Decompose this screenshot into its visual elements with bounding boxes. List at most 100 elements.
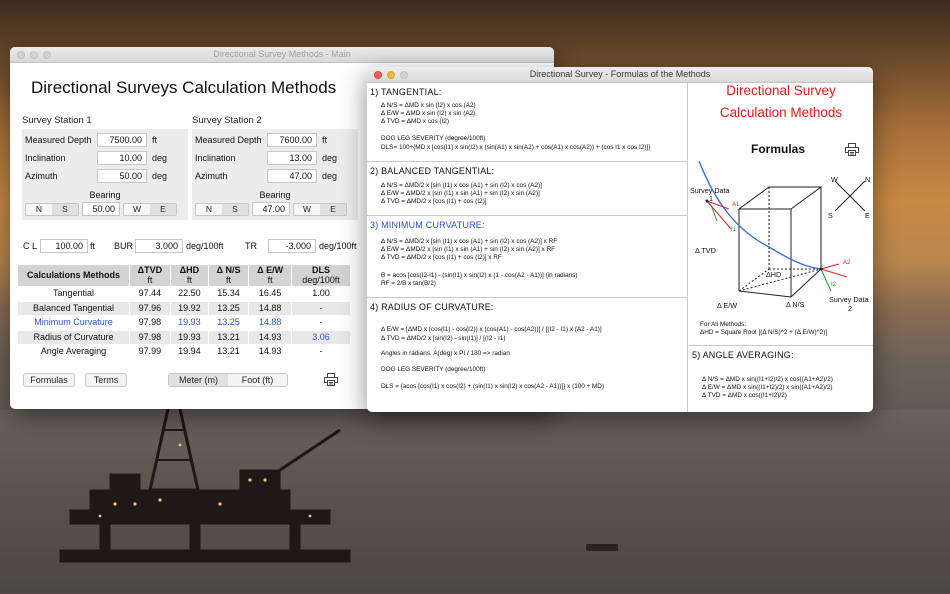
formula-line: Δ TVD = ΔMD x cos((I1+I2)/2) [702, 392, 787, 399]
section-angle-averaging: 5) ANGLE AVERAGING: Δ N/S = ΔMD x sin((I… [689, 345, 873, 412]
section-title: 1) TANGENTIAL: [370, 87, 442, 97]
formula-line: Δ N/S = ΔMD/2 x [sin (I1) x cos (A1) + s… [381, 238, 558, 245]
formula-line: Angles in radians. A(deg) x PI / 180 => … [381, 350, 510, 357]
table-cell: 19.92 [169, 300, 209, 317]
label-a1: A1 [732, 202, 740, 208]
formulas-titlebar[interactable]: Directional Survey - Formulas of the Met… [367, 67, 873, 83]
formula-line: DOG LEG SEVERITY (degree/100ft) [381, 366, 486, 373]
seg-s[interactable]: S [52, 203, 78, 215]
table-cell: 16.45 [248, 286, 293, 302]
section-minimum-curvature: 3) MINIMUM CURVATURE: Δ N/S = ΔMD/2 x [s… [367, 216, 687, 298]
col-header-method: Calculations Methods [17, 264, 130, 287]
main-window-title: Directional Survey Methods - Main [213, 49, 351, 59]
formula-line: Δ E/W = [ΔMD x (cos(I1) - cos(I2)) x (co… [381, 326, 602, 333]
ew-segmented-control-1[interactable]: W E [123, 202, 177, 216]
formulas-heading-line1: Directional Survey [726, 83, 836, 98]
results-table: Calculations Methods ΔTVD ft ΔHD ft Δ N/S f… [17, 264, 351, 360]
formulas-heading-line2: Calculation Methods [719, 105, 843, 120]
label-a2: A2 [843, 260, 851, 266]
formula-line: Δ E/W = ΔMD/2 x [sin (I1) x sin (A1) + s… [381, 246, 556, 253]
station-label: Survey Station 2 [192, 115, 262, 126]
table-row[interactable]: Balanced Tangential 97.96 19.92 13.25 14.88- [17, 300, 351, 317]
formula-line: Δ E/W = ΔMD x sin (I2) x sin (A2) [381, 110, 476, 117]
cl-bur-tr-row: C L ft BUR deg/100ft TR deg/100ft [23, 239, 363, 253]
label-delta-ns: Δ N/S [786, 300, 805, 309]
seg-e[interactable]: E [150, 203, 176, 215]
table-cell: 19.94 [169, 344, 209, 360]
bearing-input-1[interactable] [82, 202, 120, 216]
tr-unit: deg/100ft [319, 241, 357, 251]
section-tangential: 1) TANGENTIAL: Δ N/S = ΔMD x sin (I2) x … [367, 83, 687, 162]
table-cell: 15.34 [207, 286, 250, 302]
table-row[interactable]: Radius of Curvature 97.98 19.93 13.21 14.93 3… [17, 329, 351, 346]
bearing-input-2[interactable] [252, 202, 290, 216]
survey-station-2: Survey Station 2 Measured Depth ft Incli… [192, 115, 358, 220]
printer-icon[interactable] [845, 143, 859, 156]
ew-segmented-control-2[interactable]: W E [293, 202, 347, 216]
station-label: Survey Station 1 [22, 115, 92, 126]
section-balanced-tangential: 2) BALANCED TANGENTIAL: Δ N/S = ΔMD/2 x … [367, 162, 687, 216]
md-input-2[interactable] [267, 133, 317, 147]
table-row[interactable]: Minimum Curvature 97.98 19.93 13.25 14.88- [17, 315, 351, 331]
seg-s[interactable]: S [222, 203, 248, 215]
md-label: Measured Depth [25, 135, 92, 145]
formulas-subheading: Formulas [751, 142, 806, 156]
main-titlebar[interactable]: Directional Survey Methods - Main [10, 47, 554, 63]
az-input-1[interactable] [97, 169, 147, 183]
seg-w[interactable]: W [124, 204, 150, 215]
table-row[interactable]: Tangential 97.44 22.50 15.34 16.45 1.00 [17, 286, 351, 302]
seg-w[interactable]: W [294, 204, 320, 215]
terms-button[interactable]: Terms [85, 373, 127, 387]
table-row[interactable]: Angle Averaging 97.99 19.94 13.21 14.93- [17, 344, 351, 360]
az-label: Azimuth [195, 171, 228, 181]
ns-segmented-control-2[interactable]: N S [195, 202, 249, 216]
unit-segmented-control[interactable]: Meter (m) Foot (ft) [168, 373, 288, 387]
label-delta-ew: Δ E/W [717, 301, 737, 310]
table-cell: Tangential [17, 286, 130, 302]
md-label: Measured Depth [195, 135, 262, 145]
formulas-summary-panel: Directional Survey Calculation Methods F… [689, 83, 873, 412]
table-cell: 97.99 [129, 344, 171, 360]
compass-s: S [828, 211, 833, 220]
col-header-hd: ΔHD ft [169, 264, 209, 287]
table-cell: 22.50 [169, 286, 209, 302]
formulas-button[interactable]: Formulas [23, 373, 75, 387]
tr-input[interactable] [268, 239, 316, 253]
az-unit: deg [322, 171, 338, 181]
bearing-label: Bearing [259, 190, 291, 200]
section-title: 4) RADIUS OF CURVATURE: [370, 302, 494, 312]
inc-input-2[interactable] [267, 151, 317, 165]
formula-line: DOG LEG SEVERITY (degree/100ft) [381, 135, 486, 142]
formula-line: Δ TVD = ΔMD/2 x [cos (I1) + cos (I2)] [381, 198, 487, 205]
cl-label: C L [23, 241, 38, 251]
table-cell: 97.44 [129, 286, 171, 302]
az-input-2[interactable] [267, 169, 317, 183]
table-cell: - [291, 315, 351, 331]
md-input-1[interactable] [97, 133, 147, 147]
table-cell: 13.21 [207, 344, 250, 360]
table-cell: 14.93 [248, 344, 293, 360]
bur-unit: deg/100ft [186, 241, 224, 251]
printer-icon[interactable] [324, 373, 338, 386]
label-station-2: 2 [848, 304, 852, 313]
seg-e[interactable]: E [320, 203, 346, 215]
formulas-window-title: Directional Survey - Formulas of the Met… [529, 69, 711, 79]
formula-line: Δ N/S = ΔMD x sin (I2) x cos (A2) [381, 102, 476, 109]
label-delta-tvd: Δ TVD [695, 246, 716, 255]
label-delta-hd: ΔHD [766, 270, 782, 279]
col-header-ns: Δ N/S ft [207, 264, 250, 287]
table-cell: 13.25 [207, 315, 250, 331]
seg-n[interactable]: N [196, 204, 222, 215]
unit-meter[interactable]: Meter (m) [169, 374, 228, 386]
seg-n[interactable]: N [26, 204, 52, 215]
bur-input[interactable] [135, 239, 183, 253]
all-methods-label: For All Methods: [700, 321, 747, 328]
inc-input-1[interactable] [97, 151, 147, 165]
table-cell: - [291, 300, 351, 317]
unit-foot[interactable]: Foot (ft) [228, 374, 287, 386]
cl-input[interactable] [40, 239, 88, 253]
formula-line: Δ E/W = ΔMD/2 x [sin (I1) x sin (A1) + s… [381, 190, 540, 197]
tr-label: TR [245, 241, 257, 251]
ns-segmented-control-1[interactable]: N S [25, 202, 79, 216]
formula-line: Δ E/W = ΔMD x sin((I1+I2)/2) x sin((A1+A… [702, 384, 833, 391]
